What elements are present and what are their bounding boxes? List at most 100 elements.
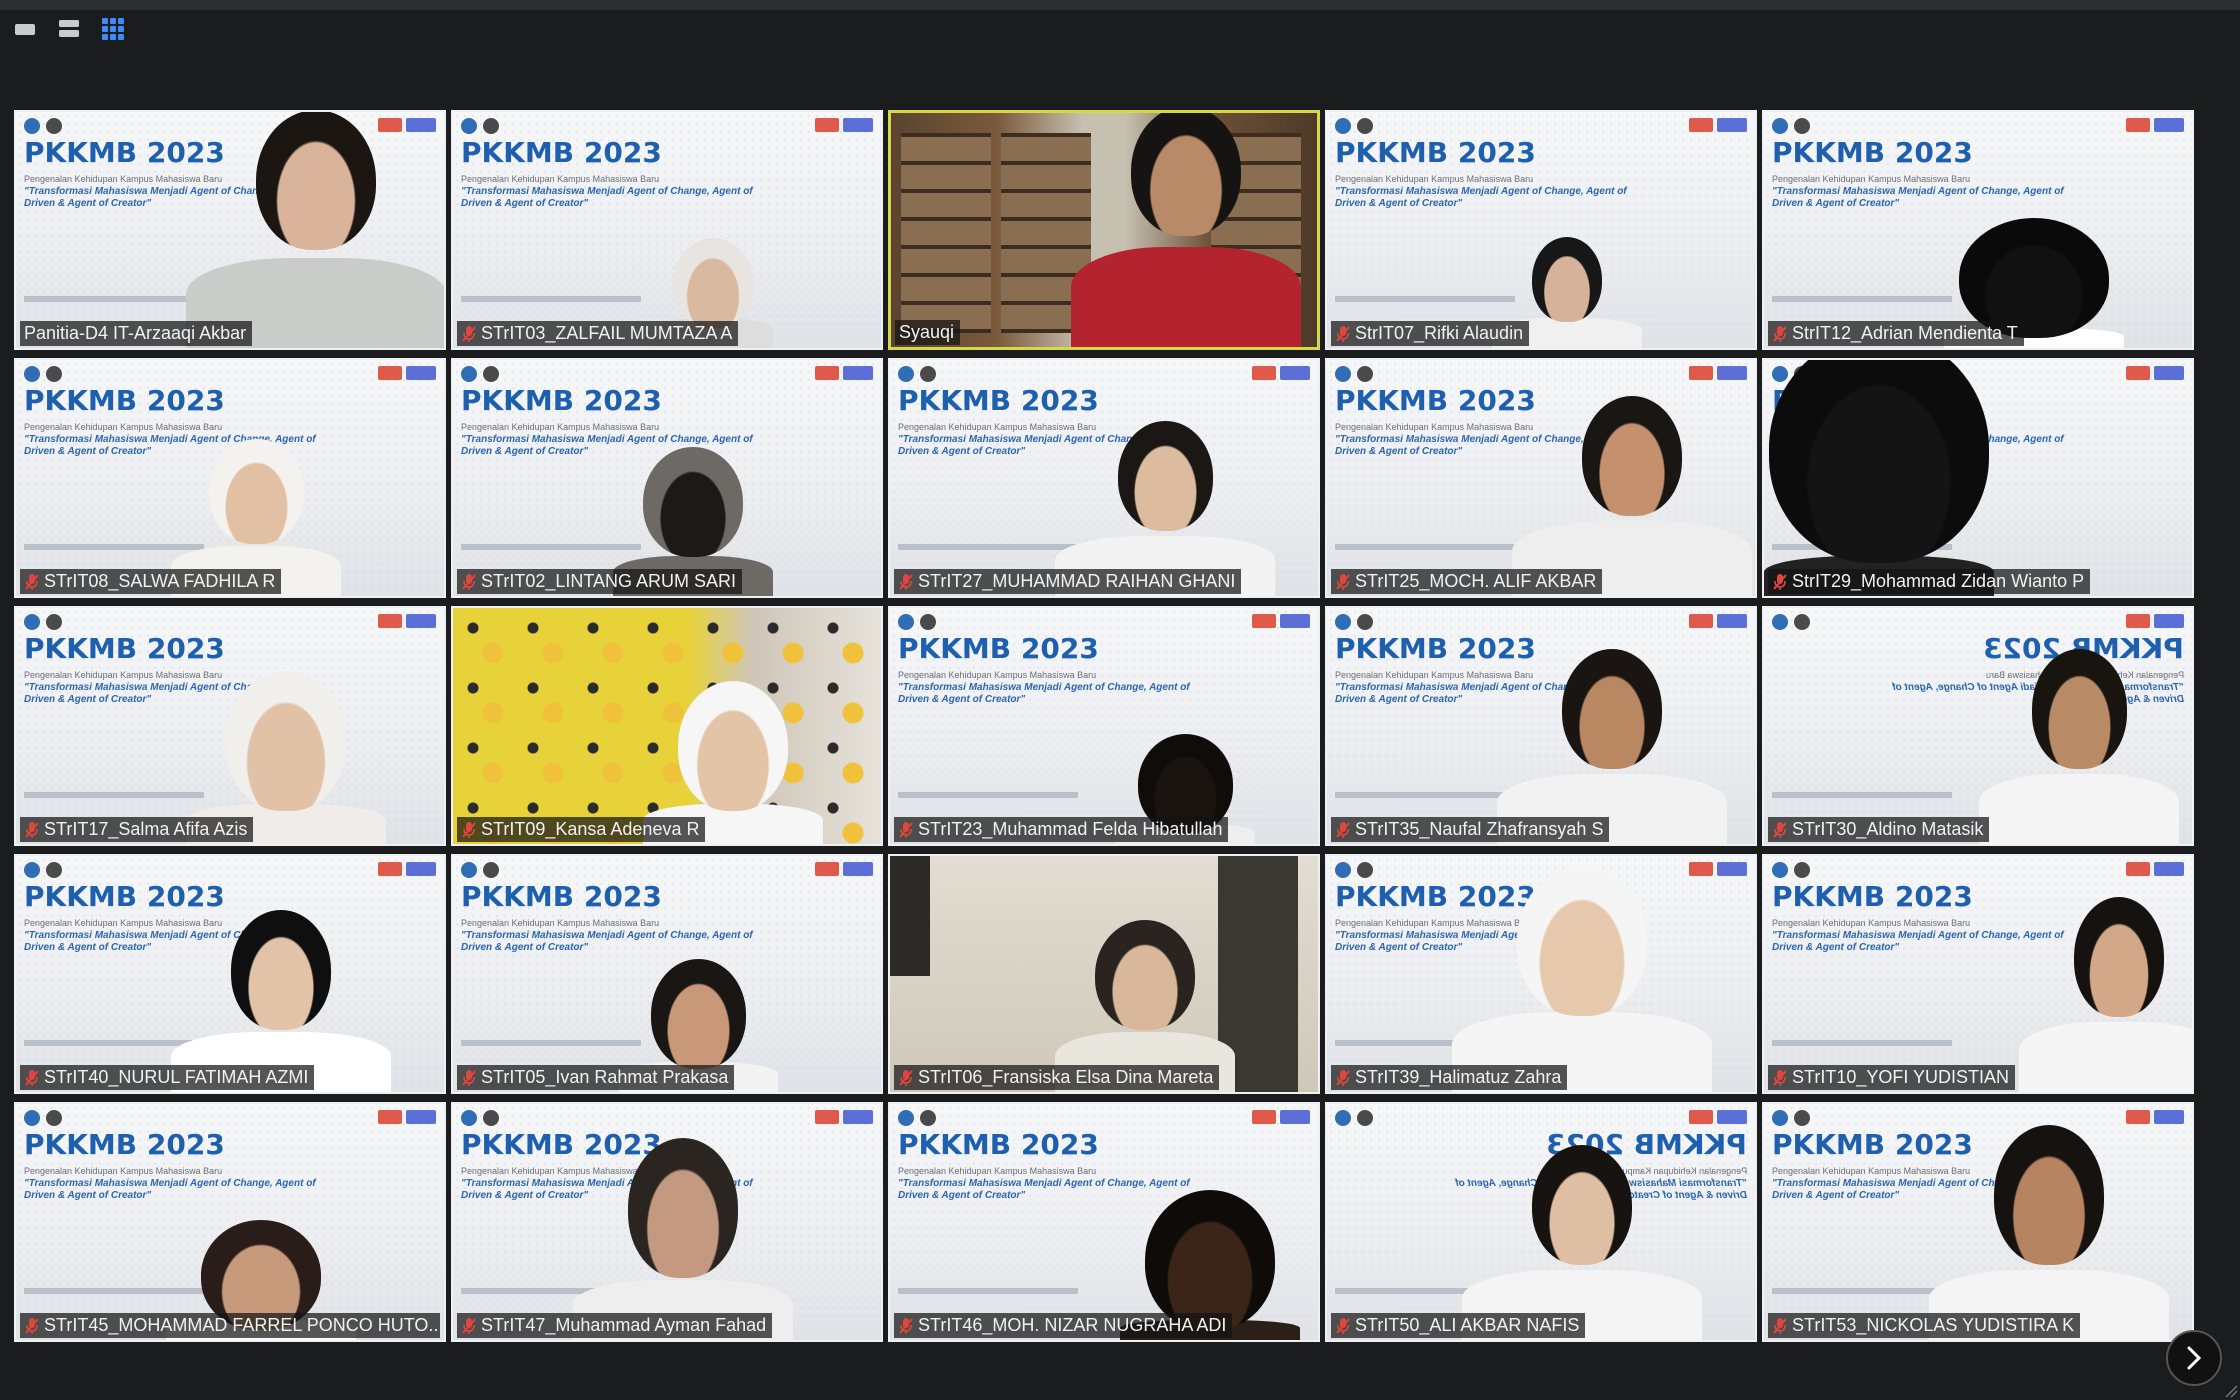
participant-tile[interactable]: PKKMB 2023Pengenalan Kehidupan Kampus Ma…	[14, 854, 446, 1094]
participant-name: STrIT50_ALI AKBAR NAFIS	[1355, 1315, 1580, 1335]
slide-info-strip	[1335, 296, 1515, 302]
participant-video	[573, 1104, 793, 1340]
slide-info-strip	[24, 792, 204, 798]
participant-tile[interactable]: PKKMB 2023Pengenalan Kehidupan Kampus Ma…	[14, 606, 446, 846]
participant-video	[1055, 856, 1235, 1092]
participant-tile[interactable]: PKKMB 2023Pengenalan Kehidupan Kampus Ma…	[1762, 606, 2194, 846]
participant-nameplate: STrIT23_Muhammad Felda Hibatullah	[894, 817, 1229, 842]
participant-video	[1055, 360, 1275, 596]
participant-tile[interactable]: STrIT06_Fransiska Elsa Dina Mareta	[888, 854, 1320, 1094]
participant-video	[613, 360, 773, 596]
participant-nameplate: STrIT39_Halimatuz Zahra	[1331, 1065, 1568, 1090]
participant-tile[interactable]: PKKMB 2023Pengenalan Kehidupan Kampus Ma…	[1762, 110, 2194, 350]
participant-tile[interactable]: PKKMB 2023Pengenalan Kehidupan Kampus Ma…	[888, 1102, 1320, 1342]
mic-muted-icon	[1772, 573, 1788, 591]
participant-tile[interactable]: PKKMB 2023Pengenalan Kehidupan Kampus Ma…	[14, 358, 446, 598]
institution-logos	[1335, 614, 1373, 630]
participant-tile[interactable]: PKKMB 2023 Pengenalan Kehidupan Kampus Ma…	[888, 606, 1320, 846]
mic-muted-icon	[898, 821, 914, 839]
slide-info-strip	[1772, 1040, 1952, 1046]
participant-tile[interactable]: PKKMB 2023Pengenalan Kehidupan Kampus Ma…	[1325, 606, 1757, 846]
participant-tile[interactable]: PKKMB 2023Pengenalan Kehidupan Kampus Ma…	[1762, 854, 2194, 1094]
resize-grip-icon[interactable]	[2224, 1384, 2238, 1398]
slide-title: PKKMB 2023	[898, 632, 1099, 665]
institution-logos	[898, 366, 936, 382]
participant-video	[166, 1104, 356, 1340]
participant-nameplate: STrIT27_MUHAMMAD RAIHAN GHANI	[894, 569, 1242, 594]
institution-logos	[1772, 1110, 1810, 1126]
mic-muted-icon	[1335, 1317, 1351, 1335]
institution-logos	[461, 118, 499, 134]
participant-tile[interactable]: Syauqi	[888, 110, 1320, 350]
participant-name: STrIT10_YOFI YUDISTIAN	[1792, 1067, 2010, 1087]
mic-muted-icon	[898, 1069, 914, 1087]
mic-muted-icon	[1772, 1317, 1788, 1335]
participant-tile[interactable]: STrIT09_Kansa Adeneva R	[451, 606, 883, 846]
participant-nameplate: StrIT07_Rifki Alaudin	[1331, 321, 1530, 346]
participant-name: STrIT08_SALWA FADHILA R	[44, 571, 276, 591]
participant-name: STrIT40_NURUL FATIMAH AZMI	[44, 1067, 309, 1087]
slide-subtitle: Pengenalan Kehidupan Kampus Mahasiswa Ba…	[898, 670, 1097, 680]
participant-tile[interactable]: PKKMB 2023Pengenalan Kehidupan Kampus Ma…	[14, 1102, 446, 1342]
institution-logos	[461, 366, 499, 382]
participant-name: STrIT09_Kansa Adeneva R	[481, 819, 700, 839]
bookshelf	[901, 133, 991, 333]
slide-info-strip	[898, 544, 1078, 550]
participant-tile[interactable]: PKKMB 2023Pengenalan Kehidupan Kampus Ma…	[1325, 1102, 1757, 1342]
participant-nameplate: STrIT09_Kansa Adeneva R	[457, 817, 706, 842]
participant-tile[interactable]: PKKMB 2023Pengenalan Kehidupan Kampus Ma…	[1325, 110, 1757, 350]
participant-nameplate: STrIT50_ALI AKBAR NAFIS	[1331, 1313, 1586, 1338]
event-logos	[1252, 614, 1310, 628]
stacked-view-icon[interactable]	[58, 18, 80, 40]
institution-logos	[24, 1110, 62, 1126]
participant-nameplate: STrIT45_MOHAMMAD FARREL PONCO HUTO...	[20, 1313, 440, 1338]
institution-logos	[1335, 862, 1373, 878]
mic-muted-icon	[24, 573, 40, 591]
participant-video	[643, 608, 823, 844]
participant-tile[interactable]: PKKMB 2023Pengenalan Kehidupan Kampus Ma…	[14, 110, 446, 350]
event-logos	[815, 1110, 873, 1124]
event-logos	[378, 614, 436, 628]
institution-logos	[24, 614, 62, 630]
participant-tile[interactable]: PKKMB 2023Pengenalan Kehidupan Kampus Ma…	[451, 358, 883, 598]
next-page-button[interactable]	[2166, 1330, 2222, 1386]
speaker-view-icon[interactable]	[14, 18, 36, 40]
participant-name: STrIT39_Halimatuz Zahra	[1355, 1067, 1562, 1087]
participant-name: STrIT47_Muhammad Ayman Fahad	[481, 1315, 767, 1335]
institution-logos	[24, 366, 62, 382]
participant-tile[interactable]: PKKMB 2023Pengenalan Kehidupan Kampus Ma…	[1762, 358, 2194, 598]
participant-name: Syauqi	[899, 322, 955, 342]
gallery-view-icon[interactable]	[102, 18, 124, 40]
participant-name: STrIT27_MUHAMMAD RAIHAN GHANI	[918, 571, 1236, 591]
mic-muted-icon	[1335, 821, 1351, 839]
slide-title: PKKMB 2023	[1772, 880, 1973, 913]
mic-muted-icon	[898, 573, 914, 591]
participant-video	[1115, 608, 1255, 844]
participant-nameplate: Syauqi	[895, 320, 961, 345]
participant-nameplate: STrIT46_MOH. NIZAR NUGRAHA ADI	[894, 1313, 1233, 1338]
participant-nameplate: STrIT10_YOFI YUDISTIAN	[1768, 1065, 2016, 1090]
participant-video	[1929, 1104, 2169, 1340]
mic-muted-icon	[1335, 1069, 1351, 1087]
participant-nameplate: STrIT17_Salma Afifa Azis	[20, 817, 254, 842]
participant-tile[interactable]: PKKMB 2023Pengenalan Kehidupan Kampus Ma…	[1762, 1102, 2194, 1342]
participant-name: STrIT45_MOHAMMAD FARREL PONCO HUTO...	[44, 1315, 440, 1335]
mic-muted-icon	[24, 821, 40, 839]
participant-tile[interactable]: PKKMB 2023Pengenalan Kehidupan Kampus Ma…	[451, 110, 883, 350]
participant-tile[interactable]: PKKMB 2023Pengenalan Kehidupan Kampus Ma…	[1325, 358, 1757, 598]
participant-nameplate: STrIT06_Fransiska Elsa Dina Mareta	[894, 1065, 1220, 1090]
mic-muted-icon	[1772, 1069, 1788, 1087]
slide-subtitle: Pengenalan Kehidupan Kampus Mahasiswa Ba…	[1772, 174, 1971, 184]
participant-video	[1492, 112, 1642, 348]
participant-tile[interactable]: PKKMB 2023Pengenalan Kehidupan Kampus Ma…	[451, 1102, 883, 1342]
participant-nameplate: STrIT05_Ivan Rahmat Prakasa	[457, 1065, 735, 1090]
participant-tile[interactable]: PKKMB 2023Pengenalan Kehidupan Kampus Ma…	[1325, 854, 1757, 1094]
participant-name: STrIT17_Salma Afifa Azis	[44, 819, 248, 839]
participant-video	[1497, 608, 1727, 844]
slide-subtitle: Pengenalan Kehidupan Kampus Mahasiswa Ba…	[898, 1166, 1097, 1176]
event-logos	[378, 1110, 436, 1124]
institution-logos	[1335, 118, 1373, 134]
participant-name: Panitia-D4 IT-Arzaaqi Akbar	[24, 323, 247, 343]
participant-tile[interactable]: PKKMB 2023Pengenalan Kehidupan Kampus Ma…	[888, 358, 1320, 598]
participant-tile[interactable]: PKKMB 2023Pengenalan Kehidupan Kampus Ma…	[451, 854, 883, 1094]
